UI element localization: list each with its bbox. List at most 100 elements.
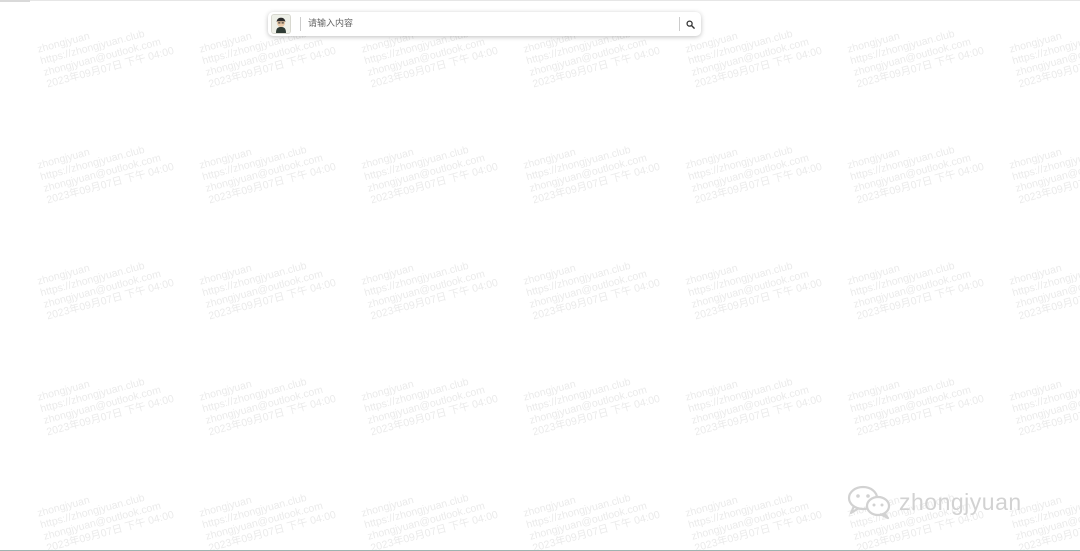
watermark-line: zhongjyuan bbox=[522, 494, 577, 520]
watermark-line: https://zhongjyuan.club bbox=[849, 375, 956, 416]
watermark-line: 2023年09月07日 下午 04:00 bbox=[369, 160, 500, 207]
watermark-line: zhongjyuan bbox=[1008, 146, 1063, 172]
watermark-line: https://zhongjyuan.club bbox=[687, 27, 794, 68]
watermark-line: zhongjyuan@outlook.com bbox=[690, 499, 811, 543]
watermark-line: zhongjyuan@outlook.com bbox=[204, 35, 325, 79]
watermark-line: https://zhongjyuan.club bbox=[201, 375, 308, 416]
watermark-line: 2023年09月07日 下午 04:00 bbox=[1017, 509, 1080, 551]
watermark-block: zhongjyuanhttps://zhongjyuan.clubzhongjy… bbox=[36, 240, 184, 323]
search-input[interactable] bbox=[308, 14, 679, 34]
watermark-line: zhongjyuan@outlook.com bbox=[42, 151, 163, 195]
watermark-line: zhongjyuan@outlook.com bbox=[528, 499, 649, 543]
watermark-line: zhongjyuan@outlook.com bbox=[1014, 267, 1080, 311]
watermark-line: https://zhongjyuan.club bbox=[39, 143, 146, 184]
search-button[interactable] bbox=[680, 14, 700, 34]
watermark-line: https://zhongjyuan.club bbox=[363, 259, 470, 300]
watermark-line: 2023年09月07日 下午 04:00 bbox=[207, 276, 338, 323]
watermark-line: zhongjyuan bbox=[522, 378, 577, 404]
watermark-line: zhongjyuan@outlook.com bbox=[366, 267, 487, 311]
watermark-line: 2023年09月07日 下午 04:00 bbox=[207, 160, 338, 207]
watermark-line: zhongjyuan@outlook.com bbox=[1014, 499, 1080, 543]
watermark-line: https://zhongjyuan.club bbox=[687, 375, 794, 416]
watermark-line: 2023年09月07日 下午 04:00 bbox=[45, 276, 176, 323]
watermark-block: zhongjyuanhttps://zhongjyuan.clubzhongjy… bbox=[198, 356, 346, 439]
watermark-line: zhongjyuan@outlook.com bbox=[852, 267, 973, 311]
watermark-line: 2023年09月07日 下午 04:00 bbox=[1017, 393, 1080, 439]
watermark-line: 2023年09月07日 下午 04:00 bbox=[369, 44, 500, 91]
watermark-block: zhongjyuanhttps://zhongjyuan.clubzhongjy… bbox=[36, 124, 184, 207]
watermark-line: zhongjyuan bbox=[198, 146, 253, 172]
watermark-line: https://zhongjyuan.club bbox=[849, 143, 956, 184]
watermark-line: 2023年09月07日 下午 04:00 bbox=[531, 44, 662, 91]
watermark-block: zhongjyuanhttps://zhongjyuan.clubzhongjy… bbox=[198, 240, 346, 323]
watermark-line: 2023年09月07日 下午 04:00 bbox=[45, 44, 176, 91]
watermark-line: 2023年09月07日 下午 04:00 bbox=[207, 44, 338, 91]
watermark-line: 2023年09月07日 下午 04:00 bbox=[855, 44, 986, 91]
watermark-line: zhongjyuan bbox=[684, 30, 739, 56]
watermark-line: 2023年09月07日 下午 04:00 bbox=[1017, 161, 1080, 207]
watermark-line: 2023年09月07日 下午 04:00 bbox=[369, 276, 500, 323]
watermark-line: zhongjyuan@outlook.com bbox=[204, 151, 325, 195]
watermark-line: zhongjyuan bbox=[1008, 378, 1063, 404]
wechat-icon bbox=[847, 485, 891, 520]
watermark-line: 2023年09月07日 下午 04:00 bbox=[855, 392, 986, 439]
watermark-block: zhongjyuanhttps://zhongjyuan.clubzhongjy… bbox=[360, 472, 508, 551]
watermark-line: zhongjyuan@outlook.com bbox=[690, 35, 811, 79]
watermark-line: zhongjyuan@outlook.com bbox=[852, 383, 973, 427]
watermark-line: 2023年09月07日 下午 04:00 bbox=[693, 160, 824, 207]
watermark-line: zhongjyuan bbox=[198, 378, 253, 404]
watermark-block: zhongjyuanhttps://zhongjyuan.clubzhongjy… bbox=[360, 356, 508, 439]
watermark-line: https://zhongjyuan.club bbox=[687, 143, 794, 184]
watermark-line: https://zhongjyuan.club bbox=[201, 143, 308, 184]
watermark-block: zhongjyuanhttps://zhongjyuan.clubzhongjy… bbox=[846, 356, 994, 439]
watermark-line: zhongjyuan bbox=[198, 494, 253, 520]
watermark-line: https://zhongjyuan.club bbox=[1011, 259, 1080, 300]
watermark-line: 2023年09月07日 下午 04:00 bbox=[369, 392, 500, 439]
watermark-line: 2023年09月07日 下午 04:00 bbox=[855, 160, 986, 207]
watermark-line: zhongjyuan bbox=[36, 378, 91, 404]
watermark-line: zhongjyuan@outlook.com bbox=[528, 383, 649, 427]
watermark-line: 2023年09月07日 下午 04:00 bbox=[369, 508, 500, 551]
watermark-line: https://zhongjyuan.club bbox=[39, 27, 146, 68]
watermark-block: zhongjyuanhttps://zhongjyuan.clubzhongjy… bbox=[360, 124, 508, 207]
watermark-block: zhongjyuanhttps://zhongjyuan.clubzhongjy… bbox=[1008, 356, 1080, 439]
watermark-line: zhongjyuan bbox=[360, 146, 415, 172]
watermark-block: zhongjyuanhttps://zhongjyuan.clubzhongjy… bbox=[522, 240, 670, 323]
search-divider bbox=[300, 17, 301, 31]
watermark-line: zhongjyuan bbox=[846, 378, 901, 404]
watermark-block: zhongjyuanhttps://zhongjyuan.clubzhongjy… bbox=[1008, 124, 1080, 207]
watermark-line: zhongjyuan bbox=[684, 494, 739, 520]
watermark-line: zhongjyuan bbox=[360, 378, 415, 404]
avatar-icon[interactable] bbox=[271, 14, 291, 34]
watermark-line: zhongjyuan bbox=[36, 30, 91, 56]
watermark-line: zhongjyuan bbox=[522, 262, 577, 288]
watermark-line: https://zhongjyuan.club bbox=[687, 259, 794, 300]
watermark-line: 2023年09月07日 下午 04:00 bbox=[693, 392, 824, 439]
watermark-line: zhongjyuan bbox=[360, 494, 415, 520]
wechat-brand-mark: zhongjyuan bbox=[846, 484, 1022, 520]
watermark-line: zhongjyuan bbox=[36, 146, 91, 172]
watermark-block: zhongjyuanhttps://zhongjyuan.clubzhongjy… bbox=[36, 8, 184, 91]
watermark-line: 2023年09月07日 下午 04:00 bbox=[531, 160, 662, 207]
watermark-block: zhongjyuanhttps://zhongjyuan.clubzhongjy… bbox=[684, 8, 832, 91]
watermark-block: zhongjyuanhttps://zhongjyuan.clubzhongjy… bbox=[846, 240, 994, 323]
watermark-line: 2023年09月07日 下午 04:00 bbox=[693, 44, 824, 91]
watermark-block: zhongjyuanhttps://zhongjyuan.clubzhongjy… bbox=[1008, 8, 1080, 91]
watermark-block: zhongjyuanhttps://zhongjyuan.clubzhongjy… bbox=[198, 472, 346, 551]
watermark-block: zhongjyuanhttps://zhongjyuan.clubzhongjy… bbox=[1008, 240, 1080, 323]
watermark-block: zhongjyuanhttps://zhongjyuan.clubzhongjy… bbox=[522, 472, 670, 551]
watermark-line: https://zhongjyuan.club bbox=[687, 491, 794, 532]
watermark-line: https://zhongjyuan.club bbox=[525, 491, 632, 532]
watermark-line: https://zhongjyuan.club bbox=[1011, 375, 1080, 416]
watermark-line: zhongjyuan bbox=[36, 262, 91, 288]
watermark-line: https://zhongjyuan.club bbox=[363, 143, 470, 184]
watermark-line: zhongjyuan bbox=[684, 262, 739, 288]
watermark-line: 2023年09月07日 下午 04:00 bbox=[45, 392, 176, 439]
watermark-line: zhongjyuan@outlook.com bbox=[42, 267, 163, 311]
watermark-line: zhongjyuan bbox=[198, 262, 253, 288]
watermark-line: zhongjyuan@outlook.com bbox=[366, 35, 487, 79]
watermark-line: https://zhongjyuan.club bbox=[525, 259, 632, 300]
watermark-block: zhongjyuanhttps://zhongjyuan.clubzhongjy… bbox=[846, 124, 994, 207]
watermark-line: zhongjyuan@outlook.com bbox=[42, 383, 163, 427]
watermark-line: zhongjyuan bbox=[846, 262, 901, 288]
